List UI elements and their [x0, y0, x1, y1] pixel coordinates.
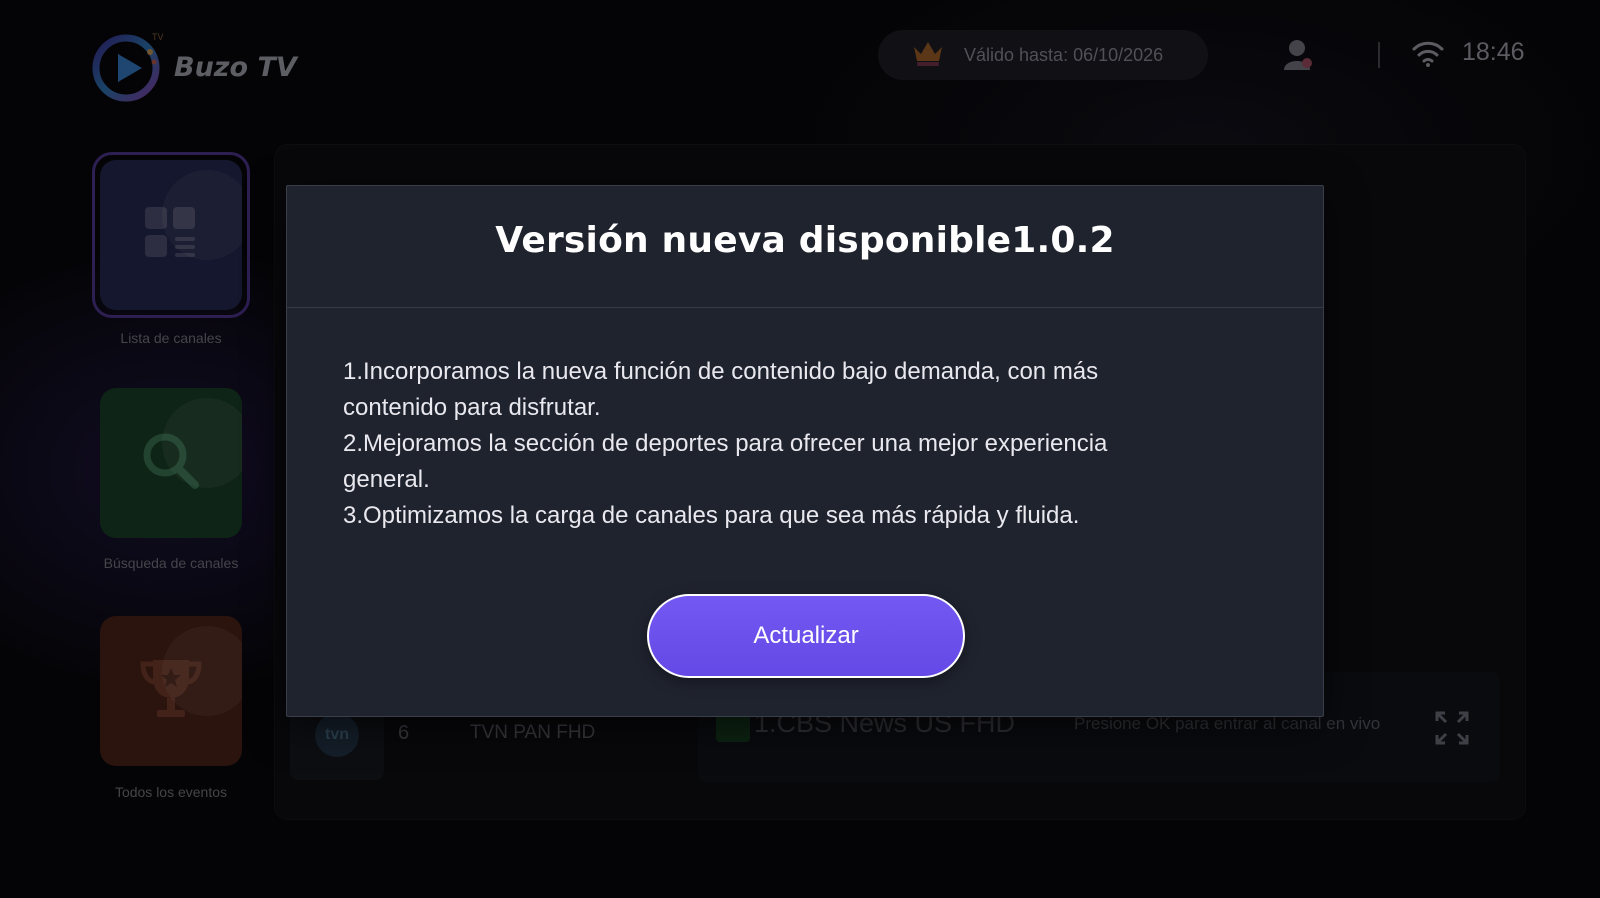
update-dialog: Versión nueva disponible1.0.2 1.Incorpor… — [286, 185, 1324, 717]
changelog-line: 3.Optimizamos la carga de canales para q… — [343, 502, 1080, 529]
changelog-line: general. — [343, 466, 430, 493]
changelog-line: contenido para disfrutar. — [343, 394, 601, 421]
dialog-divider — [287, 307, 1323, 308]
app-root: TV Buzo TV Válido hasta: 06/10/2026 18:4… — [0, 0, 1600, 898]
dialog-body: 1.Incorporamos la nueva función de conte… — [343, 354, 1223, 534]
dialog-title: Versión nueva disponible1.0.2 — [495, 220, 1115, 261]
changelog-line: 1.Incorporamos la nueva función de conte… — [343, 358, 1099, 385]
changelog-line: 2.Mejoramos la sección de deportes para … — [343, 430, 1108, 457]
update-button[interactable]: Actualizar — [647, 594, 965, 678]
